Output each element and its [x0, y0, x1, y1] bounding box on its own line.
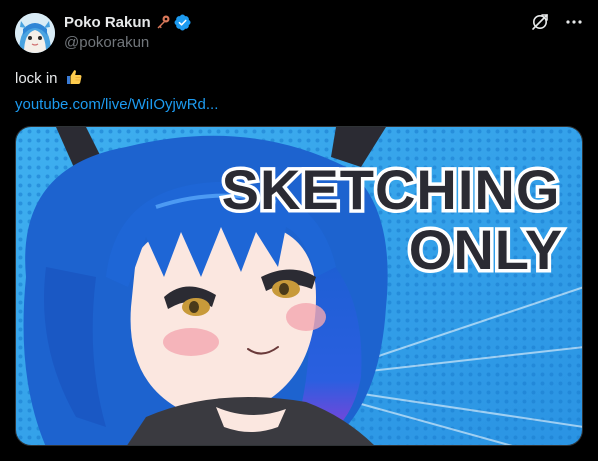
verified-icon[interactable]: [174, 14, 191, 31]
media-thumbnail[interactable]: SKETCHING ONLY: [15, 126, 583, 446]
thumbnail-headline-line1: SKETCHING: [222, 158, 561, 221]
thumbnail-headline-line2: ONLY: [409, 218, 563, 281]
thumbs-up-emoji-icon: [65, 68, 83, 86]
youtube-link[interactable]: youtube.com/live/WiIOyjwRd...: [15, 95, 218, 115]
tweet-header: Poko Rakun @pokorakun: [64, 12, 191, 52]
tweet-text-content: lock in: [15, 70, 58, 87]
tweet-card: Poko Rakun @pokorakun lock in youtube.co…: [0, 0, 598, 461]
thumbnail-image: SKETCHING ONLY: [16, 127, 582, 445]
display-name[interactable]: Poko Rakun: [64, 14, 151, 31]
more-icon[interactable]: [564, 12, 584, 32]
handle[interactable]: @pokorakun: [64, 34, 191, 51]
avatar-image: [15, 13, 55, 53]
avatar[interactable]: [15, 13, 55, 53]
grok-icon[interactable]: [530, 12, 550, 32]
tweet-actions: [530, 12, 584, 32]
name-row: Poko Rakun: [64, 12, 191, 32]
tweet-text: lock in: [15, 68, 83, 89]
key-icon: [155, 14, 171, 30]
